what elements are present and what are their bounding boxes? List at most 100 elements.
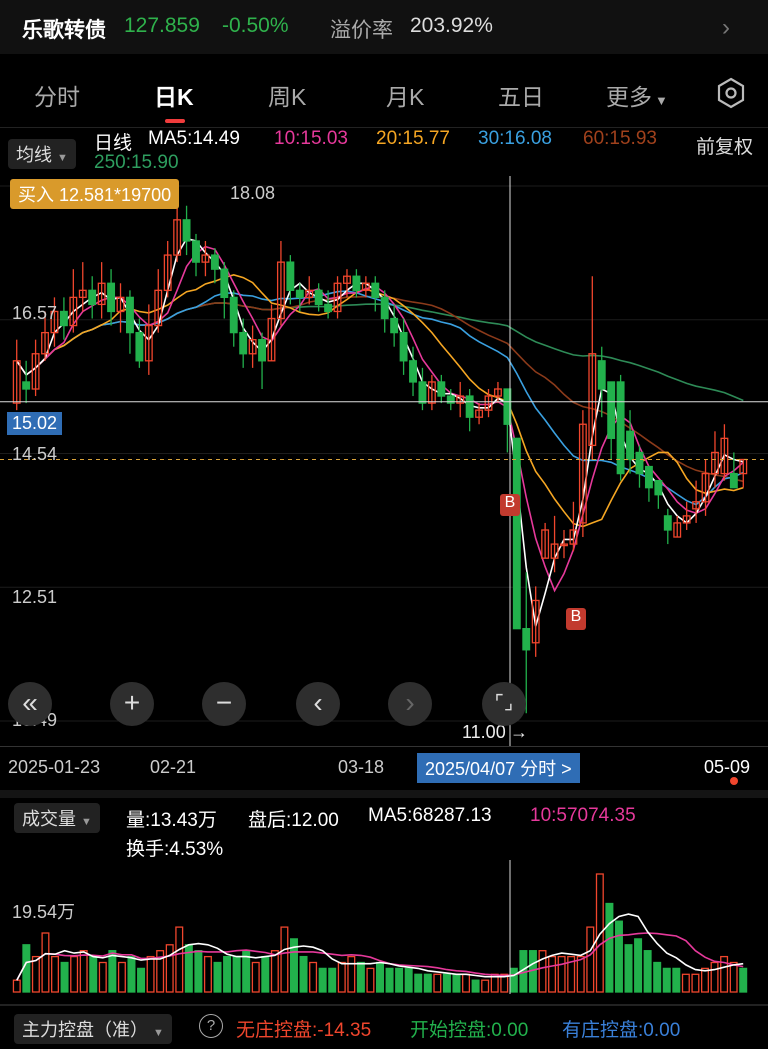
volume-bar: [70, 955, 79, 993]
fullscreen-icon[interactable]: ⌜⌟: [482, 682, 526, 726]
ma-line: [16, 302, 744, 402]
ma-line: [16, 273, 744, 528]
tab-monthly-k[interactable]: 月K: [386, 78, 424, 112]
candle-body: [107, 282, 116, 313]
volume-bar: [586, 926, 595, 993]
volume-bar: [395, 967, 404, 993]
volume-indicator-select[interactable]: 成交量 ▼: [14, 803, 100, 833]
chevron-right-icon[interactable]: ›: [722, 14, 730, 42]
volume-chart[interactable]: [0, 860, 768, 994]
no-control-value: 无庄控盘:-14.35: [236, 1020, 372, 1041]
candle-body: [88, 289, 97, 306]
candle-body: [258, 339, 267, 362]
tab-intraday[interactable]: 分时: [34, 78, 80, 112]
tab-more[interactable]: 更多 ▼: [606, 78, 668, 112]
candle-body: [352, 275, 361, 291]
volume-bar: [442, 973, 451, 993]
volume-bar: [672, 967, 681, 993]
ma20-value: 20:15.77: [376, 128, 450, 149]
volume-indicator-label: 成交量: [22, 809, 76, 829]
price-label-2: 14.54: [12, 444, 58, 464]
volume-bar: [337, 961, 346, 993]
volume-bar: [232, 955, 241, 993]
price-label-3: 12.51: [12, 587, 58, 607]
candle-body: [229, 296, 238, 334]
volume-bar: [299, 955, 308, 993]
selected-date-button[interactable]: 2025/04/07 分时 >: [417, 753, 580, 783]
tab-daily-k[interactable]: 日K: [154, 78, 194, 112]
volume-bar: [137, 967, 146, 993]
volume-bar: [328, 967, 337, 993]
volume-bar: [605, 902, 614, 993]
volume-bar: [356, 961, 365, 993]
buy-order-tag[interactable]: 买入 12.581*19700: [10, 179, 180, 209]
ma-indicator-label: 均线: [16, 145, 52, 165]
tab-five-day[interactable]: 五日: [498, 78, 544, 112]
candle-body: [635, 451, 644, 475]
ma5-value: MA5:14.49: [148, 128, 240, 149]
settings-hexagon-icon[interactable]: [714, 76, 748, 110]
change-pct: -0.50%: [222, 14, 289, 37]
buy-marker-b2[interactable]: B: [566, 608, 586, 630]
start-control-value: 开始控盘:0.00: [410, 1020, 529, 1041]
candle-body: [644, 465, 653, 489]
crosshair-price-tag: 15.02: [7, 412, 63, 435]
volume-bar: [203, 955, 212, 993]
premium-value: 203.92%: [410, 14, 493, 37]
candle-body: [437, 381, 446, 397]
volume-bar: [624, 944, 633, 993]
volume-bar: [347, 955, 356, 993]
candle-body: [663, 515, 672, 531]
candle-body: [182, 219, 191, 242]
volume-bar: [31, 955, 40, 993]
zoom-in-icon[interactable]: +: [110, 682, 154, 726]
scroll-left-icon[interactable]: ‹: [296, 682, 340, 726]
volume-bar: [165, 944, 174, 993]
active-tab-indicator: [165, 119, 185, 123]
adjust-mode[interactable]: 前复权: [696, 132, 753, 159]
volume-bar: [691, 973, 700, 993]
volume-bar: [270, 950, 279, 993]
divider: [0, 1004, 768, 1006]
volume-bar: [643, 950, 652, 993]
price-label-1: 16.57: [12, 303, 58, 323]
volume-bar: [710, 961, 719, 993]
tab-weekly-k[interactable]: 周K: [268, 78, 306, 112]
ma-line: [16, 290, 744, 506]
volume-bar: [452, 973, 461, 993]
volume-bar: [634, 938, 643, 993]
candle-body: [220, 268, 229, 299]
volume-bar: [433, 973, 442, 993]
price-high-label: 18.08: [230, 183, 276, 203]
date-label-3: 03-18: [338, 757, 385, 777]
volume-bar: [462, 973, 471, 993]
volume-bar: [509, 967, 518, 993]
caret-down-icon: ▼: [655, 93, 668, 108]
candle-body: [654, 479, 663, 496]
rewind-icon[interactable]: «: [8, 682, 52, 726]
buy-marker-b1[interactable]: B: [500, 494, 520, 516]
volume-bar: [414, 973, 423, 993]
period-tabs: 分时 日K 周K 月K 五日 更多 ▼: [0, 62, 768, 124]
control-indicator-select[interactable]: 主力控盘（准） ▼: [14, 1014, 172, 1044]
scroll-right-icon[interactable]: ›: [388, 682, 432, 726]
ma250-value: 250:15.90: [94, 152, 179, 173]
candle-body: [597, 360, 606, 390]
caret-down-icon: ▼: [153, 1027, 164, 1039]
ma60-value: 60:15.93: [583, 128, 657, 149]
help-icon[interactable]: ?: [199, 1014, 223, 1038]
today-dot: [730, 777, 738, 785]
caret-down-icon: ▼: [81, 816, 92, 828]
volume-bar: [51, 955, 60, 993]
volume-bar: [662, 967, 671, 993]
ma10-value: 10:15.03: [274, 128, 348, 149]
volume-bar: [146, 955, 155, 993]
candlestick-chart[interactable]: [0, 176, 768, 746]
zoom-out-icon[interactable]: −: [202, 682, 246, 726]
candle-body: [390, 317, 399, 334]
ma-indicator-select[interactable]: 均线 ▼: [8, 139, 76, 169]
volume-bar: [404, 967, 413, 993]
candle-body: [626, 430, 635, 461]
section-gap: [0, 790, 768, 798]
volume-bar: [681, 973, 690, 993]
